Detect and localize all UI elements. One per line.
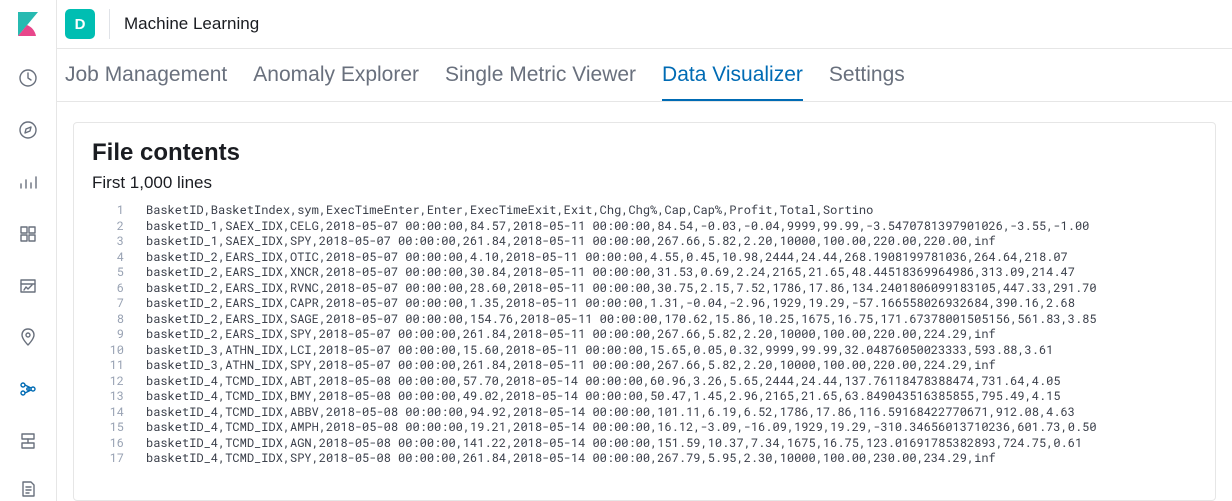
tab-settings[interactable]: Settings	[829, 63, 905, 101]
file-line: 9basketID_2,EARS_IDX,SPY,2018-05-07 00:0…	[92, 327, 1197, 343]
line-number: 7	[92, 296, 146, 312]
line-text: basketID_3,ATHN_IDX,SPY,2018-05-07 00:00…	[146, 358, 996, 374]
app-title: Machine Learning	[124, 14, 259, 34]
line-text: basketID_2,EARS_IDX,OTIC,2018-05-07 00:0…	[146, 250, 1068, 266]
line-number: 16	[92, 436, 146, 452]
file-line: 1BasketID,BasketIndex,sym,ExecTimeEnter,…	[92, 203, 1197, 219]
file-line: 2basketID_1,SAEX_IDX,CELG,2018-05-07 00:…	[92, 219, 1197, 235]
line-number: 8	[92, 312, 146, 328]
kibana-logo[interactable]	[14, 10, 42, 38]
line-text: basketID_2,EARS_IDX,RVNC,2018-05-07 00:0…	[146, 281, 1097, 297]
panel-subtitle: First 1,000 lines	[92, 173, 1197, 193]
line-text: BasketID,BasketIndex,sym,ExecTimeEnter,E…	[146, 203, 873, 219]
line-number: 15	[92, 420, 146, 436]
file-line: 4basketID_2,EARS_IDX,OTIC,2018-05-07 00:…	[92, 250, 1197, 266]
top-bar: D Machine Learning	[57, 0, 1232, 49]
ml-icon[interactable]	[16, 377, 40, 401]
file-listing[interactable]: 1BasketID,BasketIndex,sym,ExecTimeEnter,…	[92, 203, 1197, 500]
file-line: 16basketID_4,TCMD_IDX,AGN,2018-05-08 00:…	[92, 436, 1197, 452]
line-text: basketID_4,TCMD_IDX,ABT,2018-05-08 00:00…	[146, 374, 1061, 390]
line-number: 3	[92, 234, 146, 250]
file-line: 13basketID_4,TCMD_IDX,BMY,2018-05-08 00:…	[92, 389, 1197, 405]
divider	[109, 9, 110, 39]
line-text: basketID_3,ATHN_IDX,LCI,2018-05-07 00:00…	[146, 343, 1053, 359]
file-line: 3basketID_1,SAEX_IDX,SPY,2018-05-07 00:0…	[92, 234, 1197, 250]
file-line: 5basketID_2,EARS_IDX,XNCR,2018-05-07 00:…	[92, 265, 1197, 281]
line-text: basketID_2,EARS_IDX,CAPR,2018-05-07 00:0…	[146, 296, 1075, 312]
tab-data-visualizer[interactable]: Data Visualizer	[662, 63, 803, 101]
space-badge[interactable]: D	[65, 9, 95, 39]
file-line: 8basketID_2,EARS_IDX,SAGE,2018-05-07 00:…	[92, 312, 1197, 328]
file-contents-panel: File contents First 1,000 lines 1BasketI…	[73, 122, 1216, 501]
tab-anomaly-explorer[interactable]: Anomaly Explorer	[253, 63, 419, 101]
file-line: 11basketID_3,ATHN_IDX,SPY,2018-05-07 00:…	[92, 358, 1197, 374]
line-text: basketID_4,TCMD_IDX,SPY,2018-05-08 00:00…	[146, 451, 996, 467]
tab-single-metric-viewer[interactable]: Single Metric Viewer	[445, 63, 636, 101]
line-number: 14	[92, 405, 146, 421]
line-number: 11	[92, 358, 146, 374]
line-number: 1	[92, 203, 146, 219]
tab-job-management[interactable]: Job Management	[65, 63, 227, 101]
line-text: basketID_2,EARS_IDX,XNCR,2018-05-07 00:0…	[146, 265, 1075, 281]
line-text: basketID_1,SAEX_IDX,SPY,2018-05-07 00:00…	[146, 234, 996, 250]
line-text: basketID_4,TCMD_IDX,BMY,2018-05-08 00:00…	[146, 389, 1061, 405]
file-line: 14basketID_4,TCMD_IDX,ABBV,2018-05-08 00…	[92, 405, 1197, 421]
infra-icon[interactable]	[16, 429, 40, 453]
visualize-icon[interactable]	[16, 170, 40, 194]
tabs-bar: Job Management Anomaly Explorer Single Met…	[57, 49, 1232, 102]
line-text: basketID_2,EARS_IDX,SPY,2018-05-07 00:00…	[146, 327, 996, 343]
recent-icon[interactable]	[16, 66, 40, 90]
line-number: 12	[92, 374, 146, 390]
line-number: 13	[92, 389, 146, 405]
timelion-icon[interactable]	[16, 274, 40, 298]
file-line: 12basketID_4,TCMD_IDX,ABT,2018-05-08 00:…	[92, 374, 1197, 390]
panel-title: File contents	[92, 139, 1197, 167]
file-line: 17basketID_4,TCMD_IDX,SPY,2018-05-08 00:…	[92, 451, 1197, 467]
file-line: 15basketID_4,TCMD_IDX,AMPH,2018-05-08 00…	[92, 420, 1197, 436]
line-number: 5	[92, 265, 146, 281]
line-number: 9	[92, 327, 146, 343]
logs-icon[interactable]	[16, 477, 40, 501]
line-number: 2	[92, 219, 146, 235]
side-nav	[0, 0, 57, 501]
line-number: 6	[92, 281, 146, 297]
line-text: basketID_2,EARS_IDX,SAGE,2018-05-07 00:0…	[146, 312, 1097, 328]
line-text: basketID_1,SAEX_IDX,CELG,2018-05-07 00:0…	[146, 219, 1089, 235]
file-line: 6basketID_2,EARS_IDX,RVNC,2018-05-07 00:…	[92, 281, 1197, 297]
line-number: 17	[92, 451, 146, 467]
dashboard-icon[interactable]	[16, 222, 40, 246]
file-line: 7basketID_2,EARS_IDX,CAPR,2018-05-07 00:…	[92, 296, 1197, 312]
line-text: basketID_4,TCMD_IDX,AGN,2018-05-08 00:00…	[146, 436, 1082, 452]
line-number: 10	[92, 343, 146, 359]
line-number: 4	[92, 250, 146, 266]
maps-icon[interactable]	[16, 325, 40, 349]
file-line: 10basketID_3,ATHN_IDX,LCI,2018-05-07 00:…	[92, 343, 1197, 359]
line-text: basketID_4,TCMD_IDX,AMPH,2018-05-08 00:0…	[146, 420, 1097, 436]
discover-icon[interactable]	[16, 118, 40, 142]
line-text: basketID_4,TCMD_IDX,ABBV,2018-05-08 00:0…	[146, 405, 1075, 421]
